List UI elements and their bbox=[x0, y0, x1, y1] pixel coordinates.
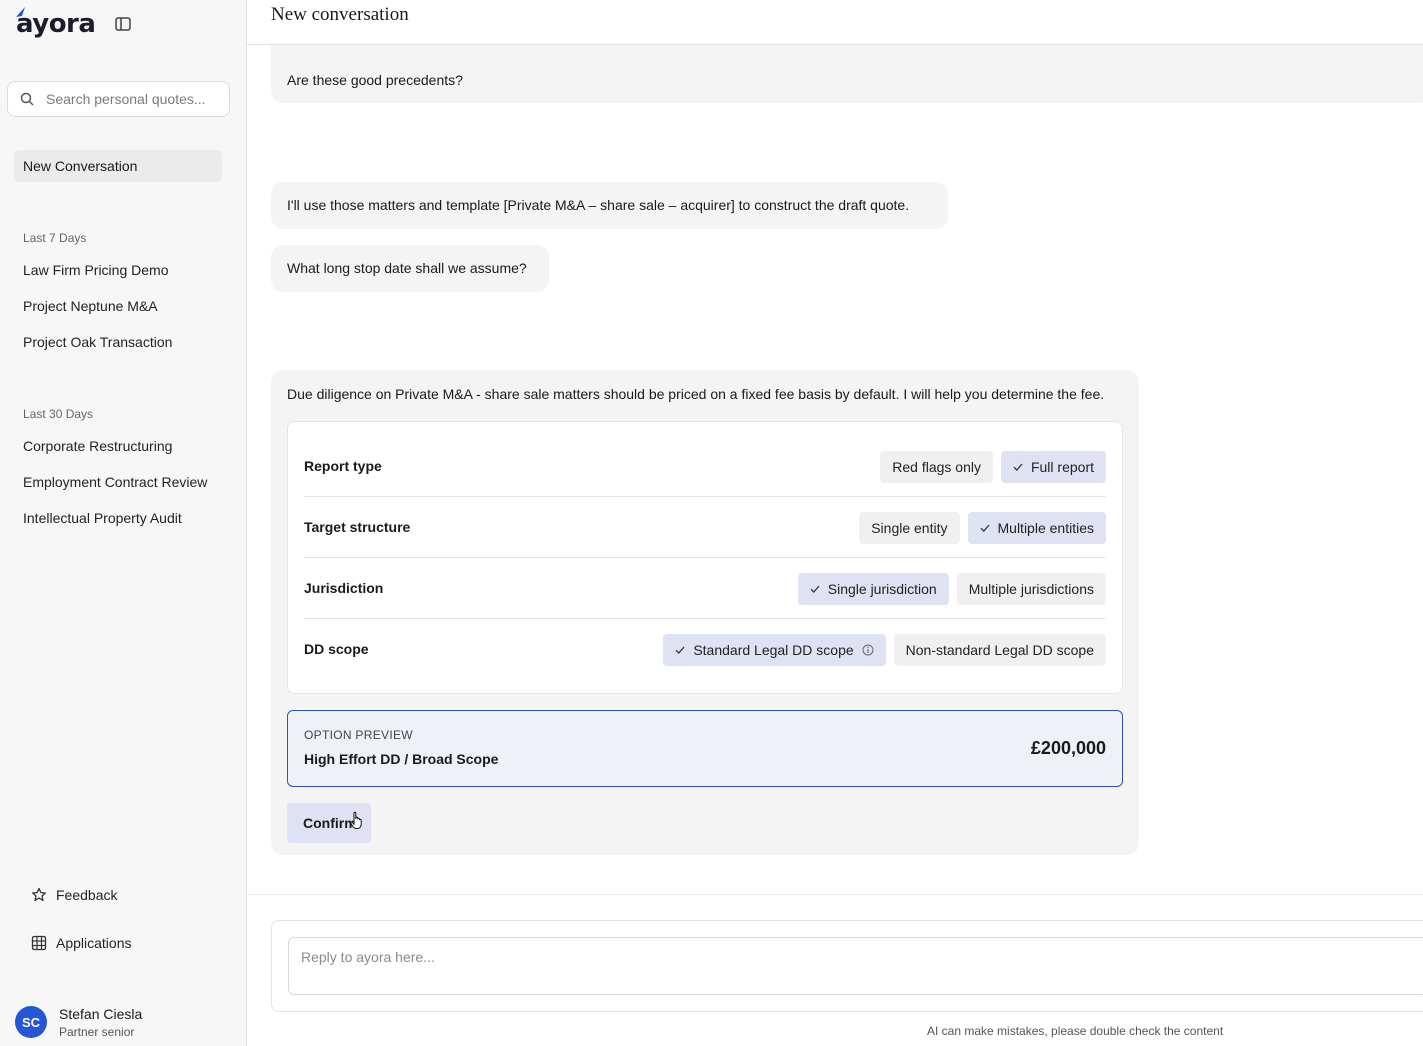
applications-label: Applications bbox=[56, 935, 132, 951]
chip-non-standard-legal-dd-scope[interactable]: Non-standard Legal DD scope bbox=[893, 634, 1106, 666]
star-icon bbox=[32, 887, 46, 902]
sidebar-item-corporate-restructuring[interactable]: Corporate Restructuring bbox=[23, 438, 172, 454]
user-name: Stefan Ciesla bbox=[59, 1006, 143, 1022]
check-icon bbox=[1013, 463, 1023, 471]
check-icon bbox=[675, 646, 685, 654]
reply-input[interactable] bbox=[288, 937, 1423, 995]
sidebar-item-project-neptune[interactable]: Project Neptune M&A bbox=[23, 298, 158, 314]
option-label: DD scope bbox=[304, 641, 369, 657]
logo-mark-icon bbox=[16, 7, 25, 17]
applications-button[interactable]: Applications bbox=[31, 935, 132, 951]
grid-icon bbox=[31, 935, 47, 951]
option-label: Report type bbox=[304, 458, 382, 474]
sidebar-item-intellectual-property-audit[interactable]: Intellectual Property Audit bbox=[23, 510, 182, 526]
user-profile[interactable]: SC Stefan Ciesla Partner senior bbox=[15, 1006, 142, 1039]
message-text: What long stop date shall we assume? bbox=[287, 260, 527, 276]
option-label: Target structure bbox=[304, 519, 411, 535]
search-input[interactable] bbox=[46, 91, 216, 107]
sidebar-toggle-icon[interactable] bbox=[114, 15, 132, 33]
sidebar-item-project-oak[interactable]: Project Oak Transaction bbox=[23, 334, 172, 350]
preview-label: OPTION PREVIEW bbox=[304, 728, 413, 742]
chip-label: Multiple entities bbox=[997, 520, 1095, 536]
chip-single-jurisdiction[interactable]: Single jurisdiction bbox=[797, 573, 949, 605]
option-label: Jurisdiction bbox=[304, 580, 384, 596]
preview-price: £200,000 bbox=[1030, 738, 1106, 758]
preview-name: High Effort DD / Broad Scope bbox=[304, 751, 499, 767]
page-title: New conversation bbox=[271, 4, 409, 25]
message-bubble-assistant: What long stop date shall we assume? bbox=[271, 245, 549, 292]
message-text: Are these good precedents? bbox=[287, 72, 463, 88]
option-preview: OPTION PREVIEW High Effort DD / Broad Sc… bbox=[287, 710, 1123, 787]
message-text: Due diligence on Private M&A - share sal… bbox=[287, 386, 1105, 402]
chip-multiple-entities[interactable]: Multiple entities bbox=[967, 512, 1106, 544]
header: New conversation bbox=[247, 0, 1423, 45]
chip-label: Standard Legal DD scope bbox=[693, 642, 854, 658]
composer-divider bbox=[247, 894, 1423, 895]
chip-full-report[interactable]: Full report bbox=[1000, 451, 1106, 483]
chip-label: Multiple jurisdictions bbox=[968, 581, 1094, 597]
chip-label: Single entity bbox=[871, 520, 948, 536]
option-row-report-type: Report type Red flags only Full report bbox=[304, 436, 1106, 497]
chip-label: Red flags only bbox=[892, 459, 981, 475]
section-label-last-7-days: Last 7 Days bbox=[23, 231, 87, 245]
feedback-label: Feedback bbox=[56, 887, 118, 903]
avatar: SC bbox=[15, 1006, 47, 1038]
info-icon[interactable] bbox=[862, 644, 874, 656]
check-icon bbox=[810, 585, 820, 593]
sidebar-item-employment-contract-review[interactable]: Employment Contract Review bbox=[23, 474, 207, 490]
message-text: I'll use those matters and template [Pri… bbox=[287, 197, 910, 213]
chip-label: Single jurisdiction bbox=[827, 581, 937, 597]
ai-disclaimer: AI can make mistakes, please double chec… bbox=[927, 1024, 1224, 1038]
message-bubble-assistant: I'll use those matters and template [Pri… bbox=[271, 182, 948, 229]
section-label-last-30-days: Last 30 Days bbox=[23, 407, 94, 421]
search-box[interactable] bbox=[7, 81, 230, 117]
option-row-dd-scope: DD scope Standard Legal DD scope Non-sta… bbox=[304, 619, 1106, 680]
new-conversation-button[interactable]: New Conversation bbox=[14, 150, 222, 182]
chip-single-entity[interactable]: Single entity bbox=[859, 512, 960, 544]
sidebar-item-law-firm-pricing-demo[interactable]: Law Firm Pricing Demo bbox=[23, 262, 168, 278]
check-icon bbox=[980, 524, 989, 532]
option-row-jurisdiction: Jurisdiction Single jurisdiction Multipl… bbox=[304, 558, 1106, 619]
hand-cursor-icon bbox=[350, 811, 362, 829]
ayora-logo[interactable]: ayora bbox=[16, 7, 96, 40]
option-row-target-structure: Target structure Single entity Multiple … bbox=[304, 497, 1106, 558]
sidebar: ayora New Conversation Last 7 Days Law F… bbox=[0, 0, 247, 1046]
chip-label: Full report bbox=[1030, 459, 1094, 475]
feedback-button[interactable]: Feedback bbox=[31, 887, 117, 903]
fee-options-card: Report type Red flags only Full report T… bbox=[287, 421, 1123, 694]
chip-red-flags-only[interactable]: Red flags only bbox=[880, 451, 993, 483]
chip-standard-legal-dd-scope[interactable]: Standard Legal DD scope bbox=[663, 634, 886, 666]
user-role: Partner senior bbox=[59, 1025, 135, 1039]
chip-multiple-jurisdictions[interactable]: Multiple jurisdictions bbox=[956, 573, 1106, 605]
chip-label: Non-standard Legal DD scope bbox=[905, 642, 1094, 658]
search-icon bbox=[20, 92, 34, 106]
message-bubble-user: Are these good precedents? bbox=[271, 45, 1423, 103]
